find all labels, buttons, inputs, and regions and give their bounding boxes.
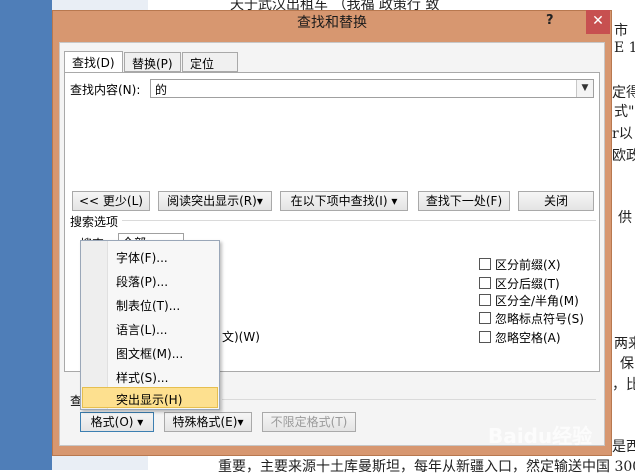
- menu-icon-strip: [81, 241, 108, 409]
- document-bottom-text: 重要，主要来源十土库曼斯坦，每年从新疆入口，然定输送中国 300: [218, 459, 635, 475]
- checkbox-match-prefix[interactable]: [479, 258, 491, 270]
- checkbox-label: 区分前缀(X): [495, 258, 561, 272]
- menu-item-paragraph[interactable]: 段落(P)...: [116, 273, 168, 290]
- doc-fragment: 式": [614, 104, 635, 120]
- find-next-button[interactable]: 查找下一处(F): [418, 191, 510, 211]
- format-button[interactable]: 格式(O) ▾: [80, 412, 154, 432]
- checkbox-label: 忽略标点符号(S): [495, 312, 584, 326]
- doc-fragment: 供: [618, 210, 632, 226]
- tab-find[interactable]: 查找(D): [64, 51, 123, 73]
- checkbox-label: 忽略空格(A): [495, 331, 561, 345]
- doc-fragment: 定得: [612, 85, 635, 101]
- doc-fragment: 市: [614, 23, 628, 39]
- find-what-label: 查找内容(N):: [70, 83, 141, 97]
- menu-item-frame[interactable]: 图文框(M)...: [116, 345, 183, 362]
- menu-item-font[interactable]: 字体(F)...: [116, 249, 168, 266]
- find-what-value: 的: [155, 83, 168, 97]
- checkbox-ignore-punct[interactable]: [479, 312, 491, 324]
- document-left-sidebar: [0, 0, 52, 470]
- tab-replace[interactable]: 替换(P): [124, 52, 181, 72]
- doc-fragment: 保: [620, 356, 634, 372]
- doc-fragment: 两来: [614, 336, 635, 352]
- section-divider: [122, 220, 596, 221]
- checkbox-label: 区分后缀(T): [495, 277, 560, 291]
- doc-fragment: r以: [612, 126, 633, 142]
- watermark: Baidu经验: [488, 424, 593, 448]
- checkbox-label: 区分全/半角(M): [495, 294, 579, 308]
- close-button[interactable]: 关闭: [518, 191, 594, 211]
- menu-item-style[interactable]: 样式(S)...: [116, 369, 168, 386]
- doc-fragment: 是西: [612, 439, 635, 455]
- help-button[interactable]: ?: [546, 13, 554, 28]
- no-formatting-button[interactable]: 不限定格式(T): [262, 412, 356, 432]
- option-label-partial: 文)(W): [222, 330, 260, 344]
- find-in-button[interactable]: 在以下项中查找(I) ▾: [280, 191, 408, 211]
- dialog-title: 查找和替换: [297, 15, 367, 31]
- search-options-label: 搜索选项: [70, 215, 119, 229]
- reading-highlight-button[interactable]: 阅读突出显示(R)▾: [158, 191, 272, 211]
- section-divider: [222, 399, 596, 400]
- chevron-down-icon[interactable]: ▼: [576, 80, 593, 97]
- doc-fragment: E 1: [614, 40, 635, 56]
- tab-goto[interactable]: 定位(G): [182, 52, 238, 86]
- doc-fragment: 欧政: [612, 148, 635, 164]
- checkbox-match-width[interactable]: [479, 294, 491, 306]
- menu-item-highlight-text[interactable]: 突出显示(H): [116, 391, 182, 408]
- checkbox-match-suffix[interactable]: [479, 277, 491, 289]
- menu-item-language[interactable]: 语言(L)...: [116, 321, 168, 338]
- menu-item-tabs[interactable]: 制表位(T)...: [116, 297, 180, 314]
- special-format-button[interactable]: 特殊格式(E)▾: [164, 412, 252, 432]
- checkbox-ignore-space[interactable]: [479, 331, 491, 343]
- close-window-button[interactable]: ✕: [586, 10, 610, 34]
- less-button[interactable]: << 更少(L): [72, 191, 150, 211]
- find-what-input[interactable]: 的 ▼: [150, 79, 594, 98]
- doc-fragment: ，比: [612, 377, 635, 393]
